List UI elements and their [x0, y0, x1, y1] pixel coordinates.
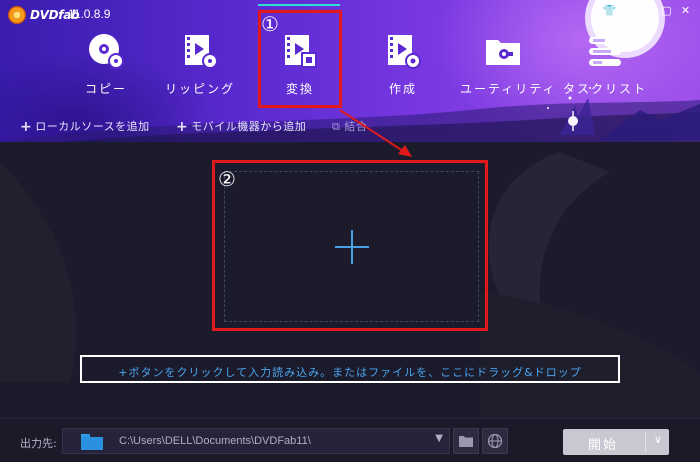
output-label: 出力先:	[20, 437, 57, 450]
hint-highlight-frame	[80, 355, 620, 383]
chevron-down-icon[interactable]: ▼	[435, 433, 443, 444]
toolbar-copy[interactable]: コピー	[63, 20, 149, 116]
folder-open-icon	[459, 436, 473, 447]
maximize-icon[interactable]: ▢	[658, 3, 675, 19]
web-button[interactable]	[482, 428, 508, 454]
toolbar-create[interactable]: 作成	[360, 20, 446, 116]
dvdfab-window: DVDfab 11.0.8.9 👕 ▾ — ▢ ✕ コピー リッピング 変換 作…	[0, 0, 700, 462]
add-mobile-device-label: モバイル機器から追加	[191, 120, 307, 133]
output-path-value: C:\Users\DELL\Documents\DVDFab11\	[119, 435, 311, 447]
merge-label: 結合	[344, 120, 368, 133]
toolbar-utility-label: ユーティリティ	[460, 82, 557, 96]
add-local-source-button[interactable]: + ローカルソースを追加	[20, 118, 150, 135]
browse-folder-button[interactable]	[453, 428, 479, 454]
dvdfab-disc-icon	[8, 6, 26, 24]
merge-button[interactable]: ⧉ 結合	[332, 118, 367, 134]
toolbar-create-label: 作成	[388, 82, 417, 96]
close-icon[interactable]: ✕	[677, 3, 694, 19]
film-create-icon	[380, 28, 426, 74]
globe-icon	[487, 433, 503, 449]
output-path-dropdown[interactable]: C:\Users\DELL\Documents\DVDFab11\ ▼	[62, 428, 450, 454]
add-mobile-device-button[interactable]: + モバイル機器から追加	[176, 118, 307, 135]
window-controls: 👕 ▾ — ▢ ✕	[601, 3, 694, 19]
active-tab-indicator	[258, 4, 340, 6]
merge-icon: ⧉	[332, 120, 341, 133]
toolbar-tasklist[interactable]: タスクリスト	[562, 20, 648, 116]
toolbar-copy-label: コピー	[84, 82, 127, 96]
shirt-icon[interactable]: 👕	[601, 3, 618, 19]
callout-number-2: ②	[218, 167, 236, 191]
callout-box-2	[212, 160, 488, 331]
callout-number-1: ①	[261, 12, 279, 36]
plus-icon: +	[176, 119, 189, 135]
dropdown-icon[interactable]: ▾	[620, 3, 637, 19]
toolbar-utility[interactable]: ユーティリティ	[460, 20, 557, 116]
start-button-divider	[645, 432, 646, 452]
film-ripping-icon	[177, 28, 223, 74]
toolbar-ripping[interactable]: リッピング	[157, 20, 243, 116]
app-version: 11.0.8.9	[68, 7, 111, 21]
disc-copy-icon	[83, 28, 129, 74]
bottom-bar: 出力先: C:\Users\DELL\Documents\DVDFab11\ ▼…	[0, 418, 700, 462]
start-button-label: 開始	[587, 438, 618, 453]
plus-icon: +	[20, 119, 33, 135]
chevron-down-icon[interactable]: ∨	[647, 433, 669, 446]
add-local-source-label: ローカルソースを追加	[35, 120, 150, 133]
utility-folder-icon	[480, 28, 526, 74]
header-bar: DVDfab 11.0.8.9 👕 ▾ — ▢ ✕ コピー リッピング 変換 作…	[0, 0, 700, 142]
action-bar: + ローカルソースを追加 + モバイル機器から追加 ⧉ 結合	[0, 118, 700, 136]
folder-icon	[81, 434, 103, 450]
task-list-icon	[582, 28, 628, 74]
toolbar-tasklist-label: タスクリスト	[562, 82, 647, 96]
start-button[interactable]: 開始 ∨	[563, 429, 669, 455]
toolbar-ripping-label: リッピング	[164, 82, 235, 96]
minimize-icon[interactable]: —	[639, 3, 656, 19]
